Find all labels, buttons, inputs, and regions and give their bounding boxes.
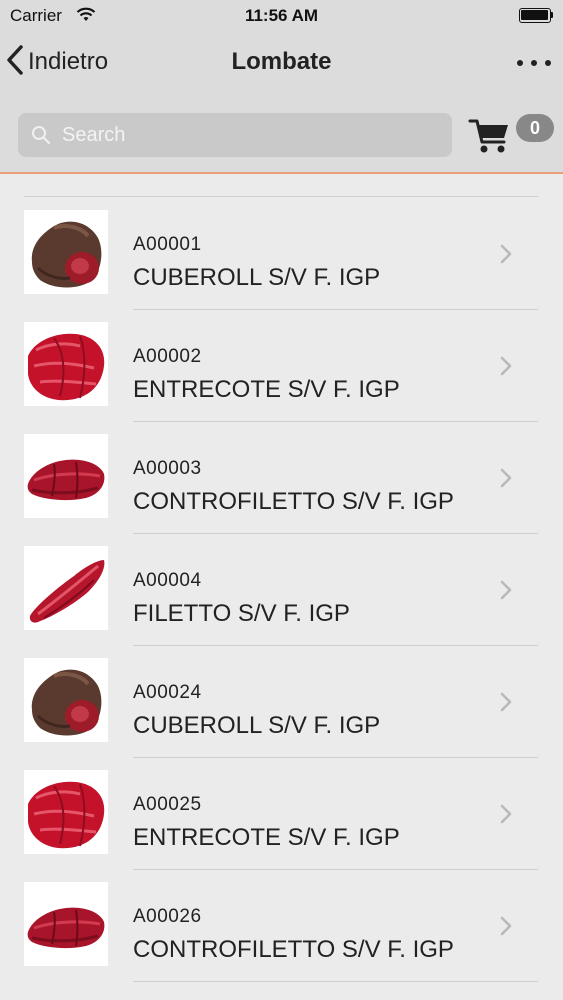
cart-button[interactable] <box>468 116 512 156</box>
back-button[interactable]: Indietro <box>6 44 108 80</box>
product-name: ENTRECOTE S/V F. IGP <box>133 824 400 851</box>
clock-label: 11:56 AM <box>244 6 319 25</box>
product-code: A00002 <box>133 346 202 367</box>
search-icon <box>30 124 52 146</box>
list-item[interactable]: A00003 CONTROFILETTO S/V F. IGP <box>0 422 563 534</box>
row-separator <box>133 981 538 982</box>
product-image <box>24 322 108 406</box>
chevron-right-icon <box>498 354 514 378</box>
product-image <box>24 658 108 742</box>
search-field[interactable] <box>18 113 452 157</box>
cart-icon <box>468 119 512 160</box>
product-name: CONTROFILETTO S/V F. IGP <box>133 936 454 963</box>
list-divider <box>24 196 538 197</box>
product-name: FILETTO S/V F. IGP <box>133 600 350 627</box>
chevron-right-icon <box>498 466 514 490</box>
list-item[interactable]: A00002 ENTRECOTE S/V F. IGP <box>0 310 563 422</box>
cart-count-badge: 0 <box>516 114 554 142</box>
list-item[interactable]: A00026 CONTROFILETTO S/V F. IGP <box>0 870 563 982</box>
product-name: ENTRECOTE S/V F. IGP <box>133 376 400 403</box>
product-name: CUBEROLL S/V F. IGP <box>133 712 381 739</box>
product-code: A00003 <box>133 458 202 479</box>
status-bar: Carrier 11:56 AM <box>0 0 563 32</box>
product-code: A00001 <box>133 234 202 255</box>
chevron-right-icon <box>498 242 514 266</box>
list-item[interactable]: A00025 ENTRECOTE S/V F. IGP <box>0 758 563 870</box>
product-code: A00024 <box>133 682 202 703</box>
list-item[interactable]: A00004 FILETTO S/V F. IGP <box>0 534 563 646</box>
chevron-right-icon <box>498 802 514 826</box>
product-image <box>24 210 108 294</box>
search-input[interactable] <box>60 122 424 148</box>
navigation-bar: Indietro Lombate <box>0 32 563 94</box>
product-image <box>24 546 108 630</box>
search-bar: 0 <box>0 94 563 174</box>
product-code: A00026 <box>133 906 202 927</box>
product-image <box>24 770 108 854</box>
back-label: Indietro <box>28 48 109 75</box>
chevron-right-icon <box>498 914 514 938</box>
more-dot-icon <box>531 60 537 66</box>
list-item[interactable]: A00024 CUBEROLL S/V F. IGP <box>0 646 563 758</box>
product-name: CONTROFILETTO S/V F. IGP <box>133 488 454 515</box>
product-image <box>24 434 108 518</box>
more-dot-icon <box>545 60 551 66</box>
product-code: A00025 <box>133 794 202 815</box>
battery-icon <box>519 8 553 23</box>
more-options-button[interactable] <box>517 56 551 70</box>
chevron-left-icon <box>6 44 24 80</box>
chevron-right-icon <box>498 690 514 714</box>
list-item[interactable]: A00001 CUBEROLL S/V F. IGP <box>0 198 563 310</box>
more-dot-icon <box>517 60 523 66</box>
product-name: CUBEROLL S/V F. IGP <box>133 264 381 291</box>
product-code: A00004 <box>133 570 202 591</box>
chevron-right-icon <box>498 578 514 602</box>
product-image <box>24 882 108 966</box>
product-list: A00001 CUBEROLL S/V F. IGP A00002 ENTRECOTE… <box>0 174 563 1000</box>
